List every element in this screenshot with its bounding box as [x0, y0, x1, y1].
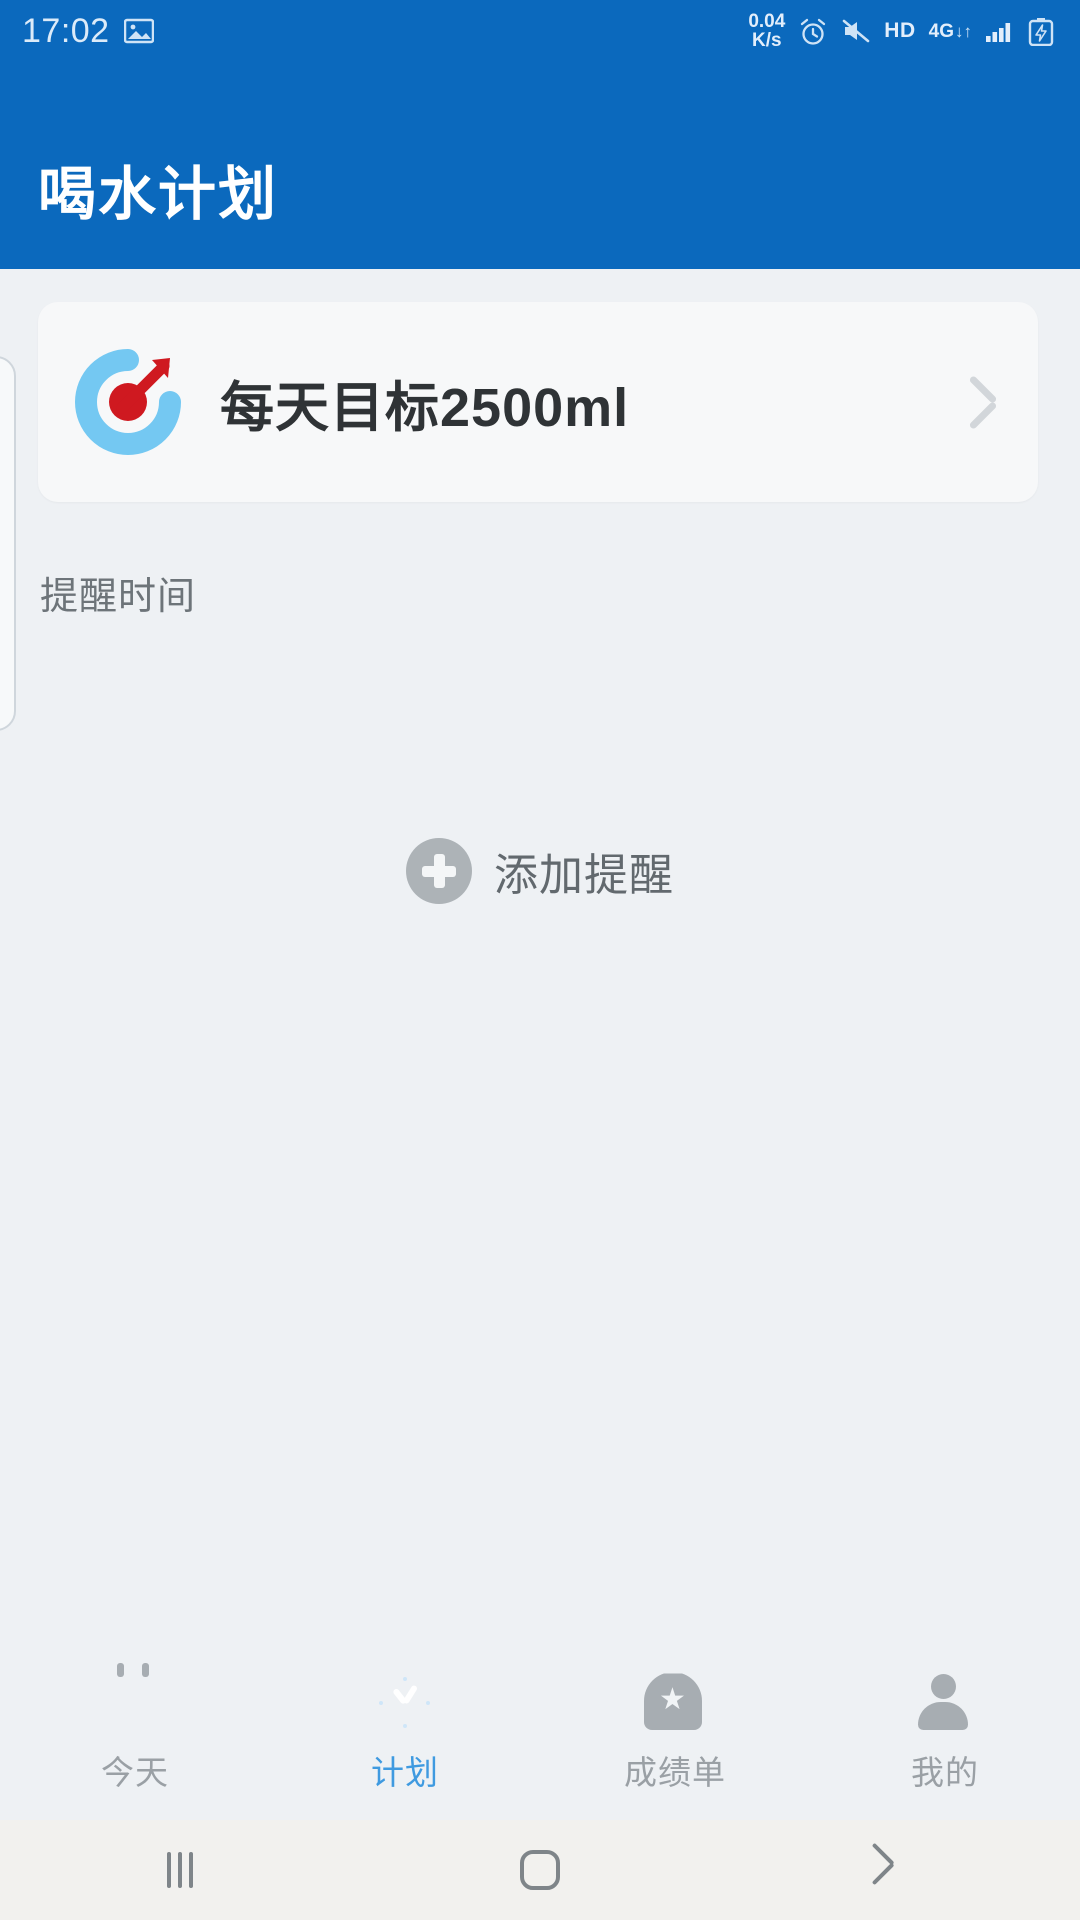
tab-today[interactable]: 今天 [0, 1662, 270, 1794]
status-bar-right: 0.04 K/s HD 4G ↓↑ [748, 12, 1058, 50]
add-reminder-label: 添加提醒 [494, 851, 674, 900]
chevron-right-icon[interactable] [958, 362, 1004, 442]
target-dart-icon [72, 346, 184, 458]
clock-icon [374, 1672, 436, 1734]
battery-charging-icon [1028, 18, 1058, 47]
tab-profile-label: 我的 [911, 1753, 979, 1791]
tab-report-label: 成绩单 [624, 1753, 726, 1791]
network-speed: 0.04 K/s [748, 12, 785, 50]
app-screen: 17:02 0.04 K/s HD 4G ↓↑ 喝水计划 每天目标2500ml … [0, 0, 1080, 1920]
back-icon [887, 1857, 913, 1883]
badge-star-icon: ★ [644, 1655, 706, 1734]
person-icon [914, 1672, 976, 1734]
daily-goal-card[interactable]: 每天目标2500ml [38, 302, 1038, 502]
recents-button[interactable] [0, 1852, 360, 1888]
network-type-indicator: 4G ↓↑ [929, 22, 972, 41]
reminder-section-label: 提醒时间 [40, 576, 197, 618]
home-icon [520, 1850, 560, 1890]
alarm-clock-icon [798, 18, 828, 45]
back-button[interactable] [720, 1857, 1080, 1883]
bottom-tab-bar: 今天 计划 ★ 成绩单 我的 [0, 1645, 1080, 1820]
hd-indicator: HD [884, 19, 916, 42]
status-bar: 17:02 0.04 K/s HD 4G ↓↑ [0, 0, 1080, 62]
daily-goal-label: 每天目标2500ml [220, 377, 630, 438]
plus-circle-icon [406, 838, 472, 904]
status-time: 17:02 [22, 11, 110, 50]
tab-today-label: 今天 [101, 1753, 169, 1791]
network-speed-unit: K/s [752, 30, 782, 51]
page-title: 喝水计划 [38, 162, 279, 227]
tab-report[interactable]: ★ 成绩单 [540, 1655, 810, 1794]
app-header: 喝水计划 [0, 62, 1080, 269]
offscreen-panel-edge [0, 356, 16, 731]
recents-icon [167, 1852, 193, 1888]
android-nav-bar [0, 1820, 1080, 1920]
network-speed-value: 0.04 [748, 11, 786, 32]
signal-bars-icon [985, 18, 1015, 44]
data-transfer-arrows: ↓↑ [955, 21, 972, 41]
image-icon [123, 18, 154, 44]
tab-profile[interactable]: 我的 [810, 1672, 1080, 1794]
volume-muted-icon [841, 18, 871, 44]
status-bar-left: 17:02 [22, 12, 154, 51]
network-type-label: 4G [928, 20, 954, 42]
calendar-icon [104, 1662, 166, 1734]
tab-plan[interactable]: 计划 [270, 1672, 540, 1794]
tab-plan-label: 计划 [371, 1753, 439, 1791]
home-button[interactable] [360, 1850, 720, 1890]
add-reminder-button[interactable]: 添加提醒 [0, 838, 1080, 904]
